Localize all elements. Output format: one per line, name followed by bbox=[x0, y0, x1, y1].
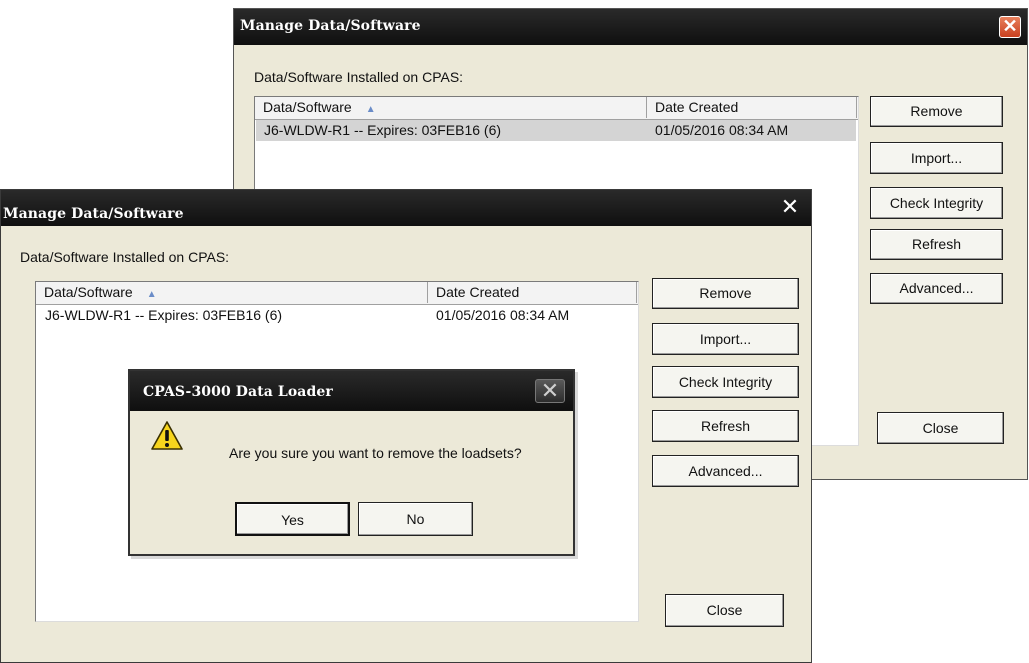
back-col-data-software[interactable]: Data/Software ▲ bbox=[255, 97, 647, 118]
yes-button[interactable]: Yes bbox=[235, 502, 350, 536]
confirm-dialog: CPAS-3000 Data Loader ✕ Are you sure you… bbox=[128, 369, 575, 556]
front-row-name: J6-WLDW-R1 -- Expires: 03FEB16 (6) bbox=[45, 307, 283, 323]
dialog-title: CPAS-3000 Data Loader bbox=[143, 384, 333, 400]
back-import-button[interactable]: Import... bbox=[870, 142, 1003, 174]
front-import-button[interactable]: Import... bbox=[652, 323, 799, 355]
back-col-date-created[interactable]: Date Created bbox=[647, 97, 857, 118]
sort-ascending-icon: ▲ bbox=[365, 104, 376, 115]
back-list-row[interactable]: J6-WLDW-R1 -- Expires: 03FEB16 (6) 01/05… bbox=[256, 120, 856, 141]
back-advanced-button[interactable]: Advanced... bbox=[870, 273, 1003, 304]
back-list-header: Data/Software ▲ Date Created bbox=[255, 97, 858, 120]
back-close-button[interactable]: Close bbox=[877, 412, 1004, 444]
dialog-message: Are you sure you want to remove the load… bbox=[229, 445, 522, 461]
sort-ascending-icon: ▲ bbox=[146, 289, 157, 300]
front-remove-button[interactable]: Remove bbox=[652, 278, 799, 309]
back-refresh-button[interactable]: Refresh bbox=[870, 229, 1003, 260]
front-col-data-software[interactable]: Data/Software ▲ bbox=[36, 282, 428, 303]
front-close-button[interactable]: Close bbox=[665, 594, 784, 627]
front-col-date-created[interactable]: Date Created bbox=[428, 282, 637, 303]
back-window-title: Manage Data/Software bbox=[240, 18, 421, 34]
front-advanced-button[interactable]: Advanced... bbox=[652, 455, 799, 487]
front-title-bar[interactable]: Manage Data/Software ✕ bbox=[1, 190, 811, 226]
front-list-header: Data/Software ▲ Date Created bbox=[36, 282, 638, 305]
front-row-date: 01/05/2016 08:34 AM bbox=[436, 307, 570, 323]
back-title-bar[interactable]: Manage Data/Software ✕ bbox=[234, 9, 1027, 45]
back-remove-button[interactable]: Remove bbox=[870, 96, 1003, 127]
front-close-icon[interactable]: ✕ bbox=[779, 196, 801, 218]
back-close-icon[interactable]: ✕ bbox=[999, 16, 1021, 38]
front-window-title: Manage Data/Software bbox=[3, 206, 184, 222]
front-list-row[interactable]: J6-WLDW-R1 -- Expires: 03FEB16 (6) 01/05… bbox=[37, 305, 637, 326]
warning-icon bbox=[151, 421, 183, 450]
front-check-integrity-button[interactable]: Check Integrity bbox=[652, 366, 799, 398]
back-check-integrity-button[interactable]: Check Integrity bbox=[870, 187, 1003, 219]
front-section-label: Data/Software Installed on CPAS: bbox=[20, 249, 230, 265]
dialog-title-bar[interactable]: CPAS-3000 Data Loader ✕ bbox=[130, 371, 573, 411]
dialog-close-icon[interactable]: ✕ bbox=[535, 379, 565, 403]
back-row-name: J6-WLDW-R1 -- Expires: 03FEB16 (6) bbox=[264, 122, 502, 138]
front-refresh-button[interactable]: Refresh bbox=[652, 410, 799, 442]
no-button[interactable]: No bbox=[358, 502, 473, 536]
back-section-label: Data/Software Installed on CPAS: bbox=[254, 69, 464, 85]
back-row-date: 01/05/2016 08:34 AM bbox=[655, 122, 789, 138]
